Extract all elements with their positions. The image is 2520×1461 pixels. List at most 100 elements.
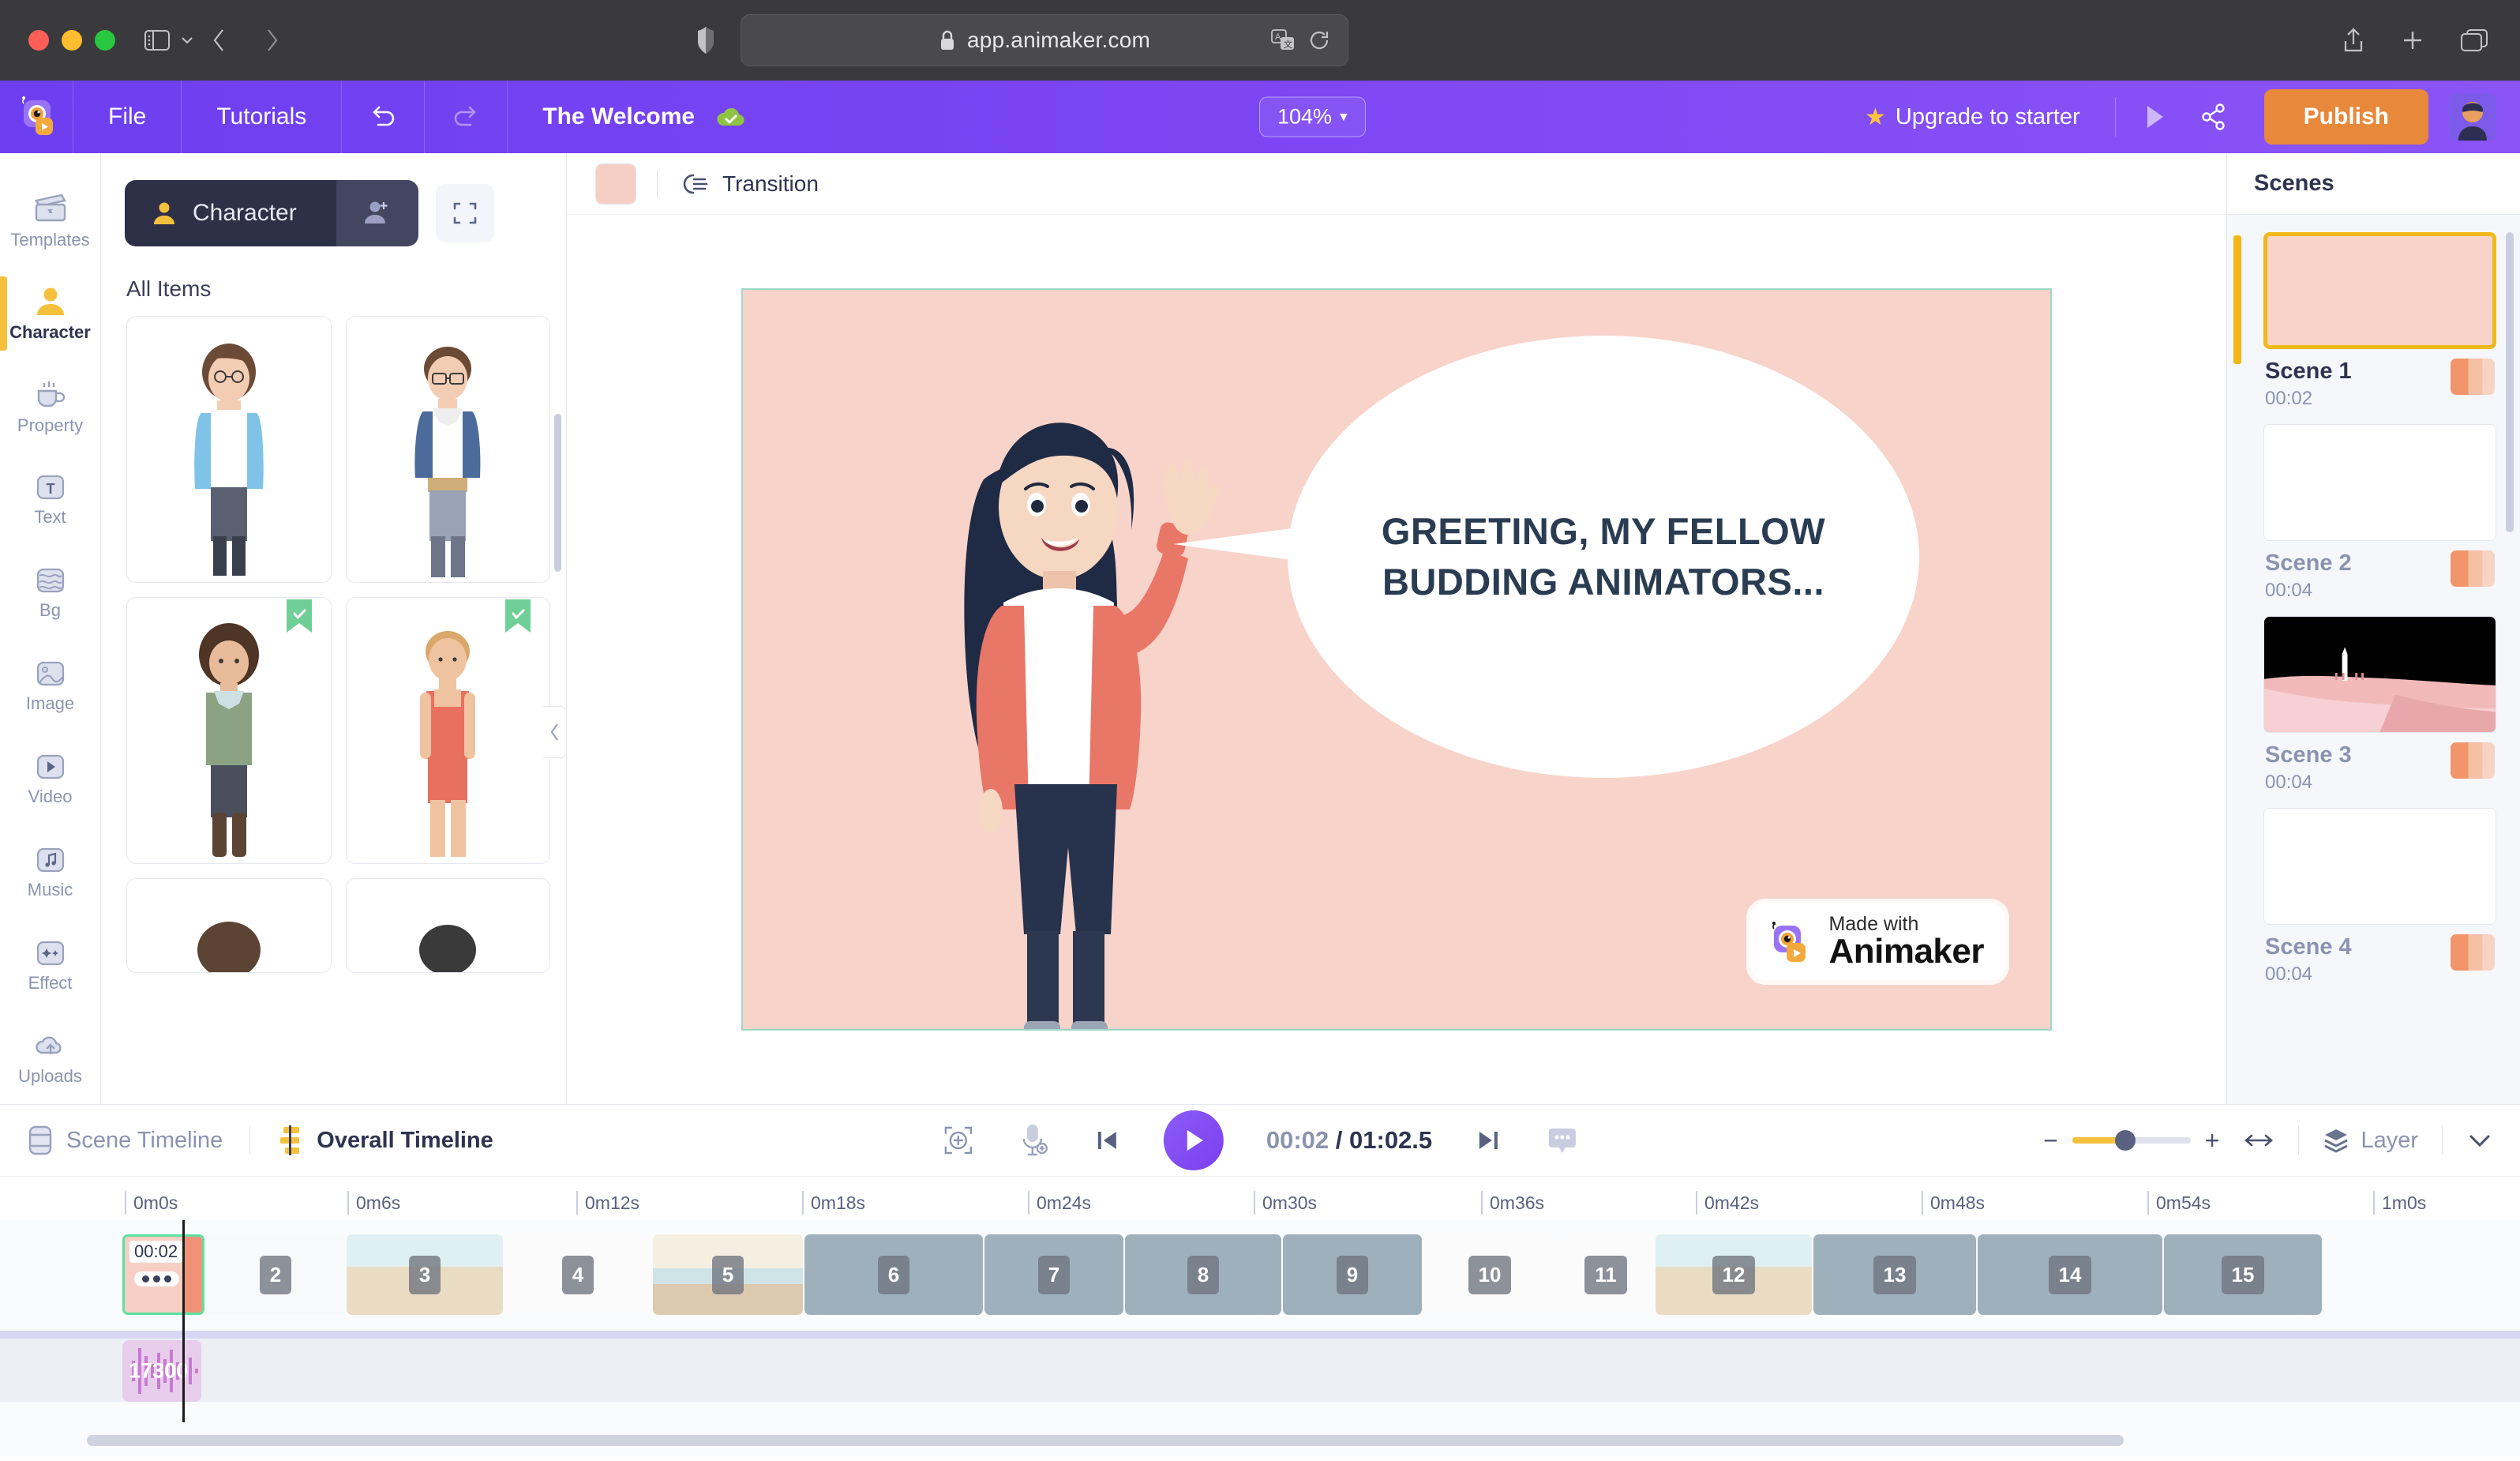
timeline-clip-7[interactable]: 7: [984, 1234, 1123, 1315]
timeline-clip-8[interactable]: 8: [1125, 1234, 1281, 1315]
timeline-clip-3[interactable]: 3: [347, 1234, 503, 1315]
character-card-5[interactable]: [126, 878, 332, 973]
playhead[interactable]: [182, 1220, 185, 1422]
character-tab[interactable]: Character: [125, 180, 336, 246]
zoom-slider-knob[interactable]: [2115, 1130, 2136, 1151]
timeline-clip-5[interactable]: 5: [653, 1234, 803, 1315]
character-card-6[interactable]: [346, 878, 551, 973]
timeline-clip-2[interactable]: 2: [206, 1234, 345, 1315]
upgrade-button[interactable]: ★ Upgrade to starter: [1865, 103, 2107, 131]
sidebar-item-uploads[interactable]: Uploads: [0, 1012, 100, 1106]
background-color-swatch[interactable]: [595, 163, 636, 205]
video-stage[interactable]: GREETING, MY FELLOW BUDDING ANIMATORS...: [741, 288, 2052, 1031]
scene-item-2[interactable]: Scene 2 00:04: [2227, 424, 2520, 602]
scene-transition-badge[interactable]: [2451, 550, 2495, 587]
new-tab-icon[interactable]: [2400, 28, 2425, 53]
bookmark-icon[interactable]: [285, 598, 313, 636]
clip-options-icon[interactable]: [134, 1271, 179, 1286]
back-arrow-icon[interactable]: [210, 27, 229, 54]
maximize-window-button[interactable]: [95, 30, 115, 51]
window-controls[interactable]: [28, 30, 115, 51]
animaker-logo-icon[interactable]: [0, 94, 73, 140]
minimize-window-button[interactable]: [62, 30, 82, 51]
scene-thumbnail[interactable]: [2263, 616, 2496, 733]
sidebar-item-character[interactable]: Character: [0, 267, 100, 360]
sidebar-item-property[interactable]: Property: [0, 360, 100, 453]
sidebar-item-video[interactable]: Video: [0, 733, 100, 826]
sidebar-item-effect[interactable]: Effect: [0, 919, 100, 1012]
reload-icon[interactable]: [1308, 29, 1330, 51]
sidebar-toggle-icon[interactable]: [144, 28, 171, 52]
undo-button[interactable]: [342, 81, 424, 153]
timeline-clip-15[interactable]: 15: [2164, 1234, 2322, 1315]
translate-icon[interactable]: A 文: [1270, 28, 1296, 52]
microphone-icon[interactable]: [1018, 1122, 1050, 1159]
panel-collapse-button[interactable]: [543, 706, 567, 758]
expand-icon[interactable]: [436, 184, 494, 242]
asset-panel-scrollbar[interactable]: [554, 414, 561, 572]
next-scene-icon[interactable]: [1475, 1126, 1503, 1155]
timeline-clip-1[interactable]: 00:02: [122, 1234, 204, 1315]
url-bar[interactable]: app.animaker.com A 文: [741, 14, 1348, 66]
scene-thumbnail[interactable]: [2263, 808, 2496, 925]
share-icon[interactable]: [2342, 27, 2365, 54]
show-tabs-icon[interactable]: [2460, 28, 2488, 52]
publish-button[interactable]: Publish: [2264, 89, 2428, 145]
character-card-1[interactable]: [126, 316, 332, 583]
timeline-clip-10[interactable]: 10: [1423, 1234, 1556, 1315]
zoom-out-button[interactable]: −: [2043, 1126, 2058, 1155]
transition-button[interactable]: Transition: [678, 171, 819, 197]
file-menu[interactable]: File: [73, 81, 181, 153]
project-title[interactable]: The Welcome Vid: [508, 103, 748, 130]
redo-button[interactable]: [425, 81, 507, 153]
scene-transition-badge[interactable]: [2451, 359, 2495, 395]
zoom-level-selector[interactable]: 104% ▾: [1259, 97, 1366, 137]
sidebar-item-text[interactable]: T Text: [0, 453, 100, 546]
timeline-clip-13[interactable]: 13: [1813, 1234, 1976, 1315]
share-button[interactable]: [2184, 81, 2244, 153]
scene-transition-badge[interactable]: [2451, 742, 2495, 779]
avatar[interactable]: [2449, 93, 2496, 141]
person-add-icon[interactable]: [336, 180, 418, 246]
scene-transition-badge[interactable]: [2451, 934, 2495, 971]
scene-item-4[interactable]: Scene 4 00:04: [2227, 808, 2520, 986]
timeline-horizontal-scrollbar[interactable]: [87, 1435, 2124, 1446]
tab-scene-timeline[interactable]: Scene Timeline: [27, 1125, 223, 1156]
timeline-clip-6[interactable]: 6: [804, 1234, 983, 1315]
scenes-scrollbar[interactable]: [2506, 232, 2514, 532]
character-card-2[interactable]: [346, 316, 551, 583]
scene-thumbnail[interactable]: [2263, 424, 2496, 541]
forward-arrow-icon[interactable]: [262, 27, 281, 54]
scene-item-1[interactable]: Scene 1 00:02: [2227, 232, 2520, 410]
timeline-clip-11[interactable]: 11: [1558, 1234, 1654, 1315]
sidebar-item-bg[interactable]: Bg: [0, 546, 100, 640]
character-card-4[interactable]: [346, 597, 551, 864]
fit-to-width-icon[interactable]: [2243, 1129, 2274, 1152]
timeline-clip-9[interactable]: 9: [1283, 1234, 1422, 1315]
timeline-clip-4[interactable]: 4: [504, 1234, 651, 1315]
sidebar-item-image[interactable]: Image: [0, 640, 100, 733]
scene-item-3[interactable]: Scene 3 00:04: [2227, 616, 2520, 794]
character-card-3[interactable]: [126, 597, 332, 864]
add-scene-icon[interactable]: [941, 1123, 976, 1158]
chevron-down-icon[interactable]: [178, 32, 196, 49]
scene-thumbnail[interactable]: [2263, 232, 2496, 349]
preview-button[interactable]: [2124, 81, 2184, 153]
subtitle-icon[interactable]: [1546, 1125, 1579, 1156]
tab-overall-timeline[interactable]: Overall Timeline: [277, 1124, 493, 1157]
timeline-zoom-slider[interactable]: − +: [2043, 1126, 2219, 1155]
timeline-clip-14[interactable]: 14: [1978, 1234, 2162, 1315]
privacy-shield-icon[interactable]: [695, 25, 717, 55]
chevron-down-icon[interactable]: [2466, 1131, 2493, 1150]
speech-bubble[interactable]: GREETING, MY FELLOW BUDDING ANIMATORS...: [1288, 336, 1919, 778]
audio-clip[interactable]: 17300: [122, 1340, 201, 1402]
sidebar-item-music[interactable]: Music: [0, 826, 100, 919]
close-window-button[interactable]: [28, 30, 49, 51]
play-button[interactable]: [1164, 1110, 1224, 1170]
layer-button[interactable]: Layer: [2323, 1127, 2418, 1154]
tutorials-menu[interactable]: Tutorials: [182, 81, 341, 153]
bookmark-icon[interactable]: [504, 598, 532, 636]
zoom-in-button[interactable]: +: [2205, 1126, 2220, 1155]
sidebar-item-templates[interactable]: Templates: [0, 174, 100, 267]
timeline-clip-12[interactable]: 12: [1656, 1234, 1812, 1315]
